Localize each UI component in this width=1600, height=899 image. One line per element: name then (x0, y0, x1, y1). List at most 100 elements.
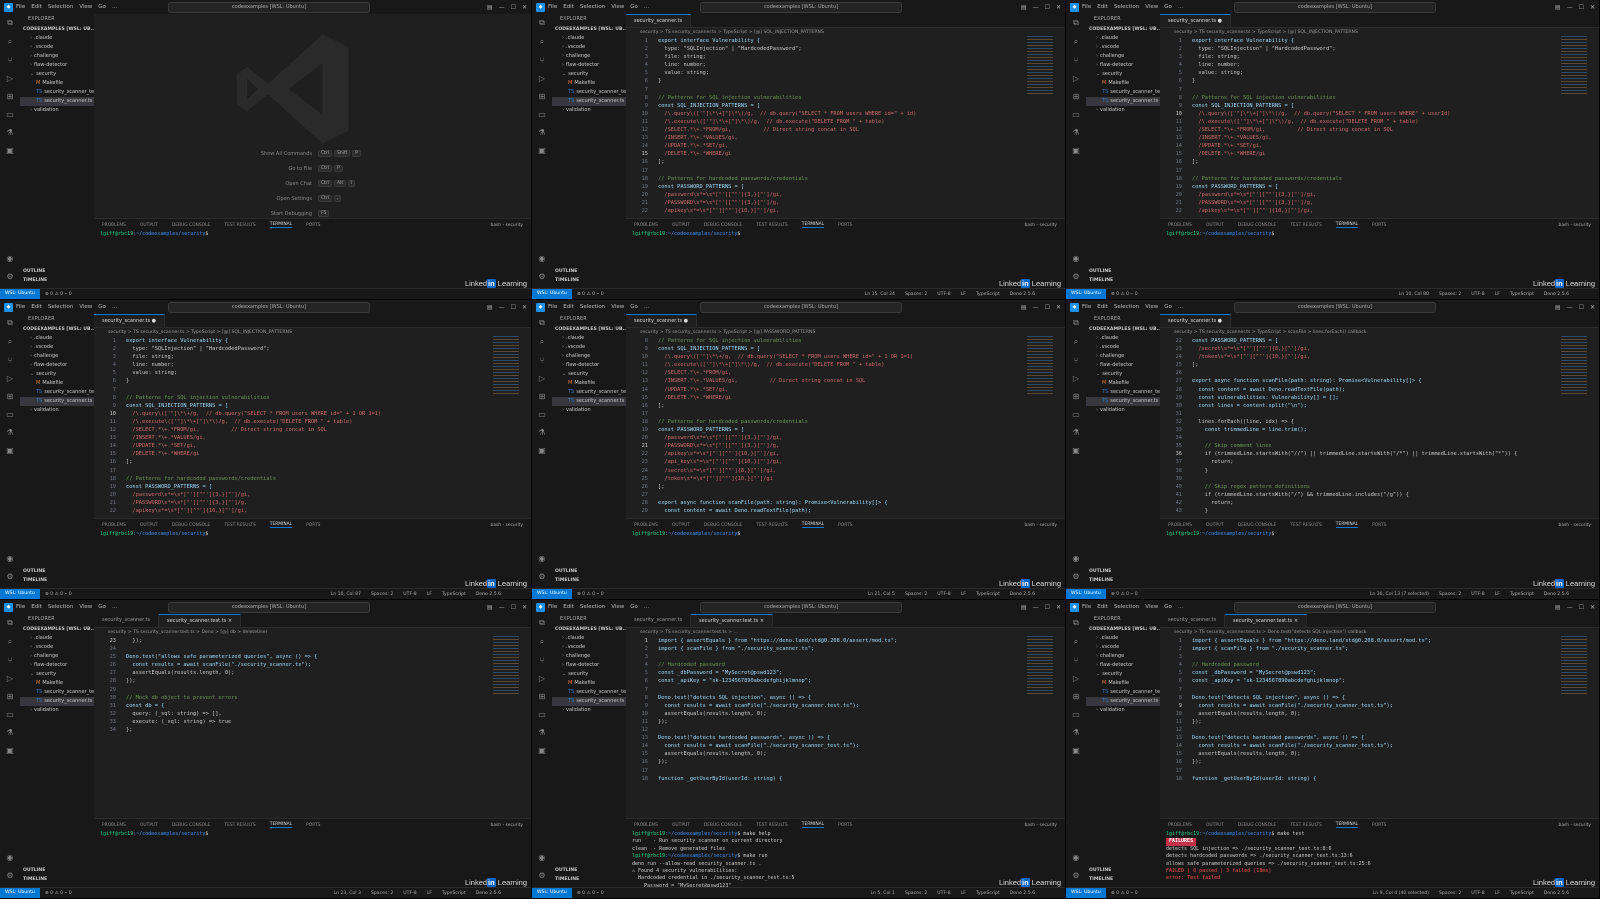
status-item[interactable]: UTF-8 (403, 592, 416, 597)
remote-explorer-icon[interactable]: ▭ (538, 710, 546, 719)
status-item[interactable]: Spaces: 2 (905, 292, 927, 297)
timeline-section[interactable]: TIMELINE (20, 875, 94, 884)
maximize-icon[interactable]: ☐ (511, 304, 516, 311)
status-item[interactable]: LF (961, 292, 966, 297)
maximize-icon[interactable]: ☐ (511, 604, 516, 611)
explorer-tree-item[interactable]: › flaw-detector (20, 361, 94, 370)
explorer-tree-item[interactable]: TSsecurity_scanner_tes... (1086, 88, 1160, 97)
minimap[interactable] (1027, 36, 1053, 96)
account-icon[interactable]: ◉ (538, 254, 545, 263)
terminal[interactable]: lgiff@rbc19:~/codeexamples/security$ (94, 231, 531, 238)
testing-icon[interactable]: ⚗ (538, 728, 545, 737)
menu-item[interactable]: Edit (563, 604, 574, 610)
explorer-tree-item[interactable]: › .vscode (552, 643, 626, 652)
layout-icon[interactable]: ▤ (487, 604, 493, 611)
menu-item[interactable]: Edit (31, 304, 42, 310)
files-icon[interactable]: ⧉ (539, 318, 545, 328)
remote-explorer-icon[interactable]: ▭ (538, 110, 546, 119)
remote-indicator[interactable]: WSL: Ubuntu (1066, 289, 1106, 299)
testing-icon[interactable]: ⚗ (538, 128, 545, 137)
explorer-tree-item[interactable]: TS security_scanner.ts (552, 697, 626, 706)
menu-item[interactable]: File (1082, 4, 1091, 10)
panel-tab[interactable]: PROBLEMS (634, 823, 658, 828)
menu-item[interactable]: File (16, 4, 25, 10)
explorer-tree-item[interactable]: › .claude (552, 34, 626, 43)
command-center-search[interactable]: codeexamples [WSL: Ubuntu] (700, 1, 902, 13)
account-icon[interactable]: ◉ (1072, 554, 1079, 563)
minimize-icon[interactable]: — (1033, 604, 1039, 611)
menu-item[interactable]: File (1082, 304, 1091, 310)
command-center-search[interactable]: codeexamples [WSL: Ubuntu] (168, 1, 370, 13)
explorer-tree-item[interactable]: › .claude (1086, 34, 1160, 43)
command-center-search[interactable]: codeexamples [WSL: Ubuntu] (168, 601, 370, 613)
explorer-root-folder[interactable]: CODEEXAMPLES [WSL: UB... (1086, 26, 1160, 34)
status-item[interactable]: UTF-8 (1471, 891, 1484, 896)
explorer-tree-item[interactable]: › flaw-detector (1086, 661, 1160, 670)
panel-tab[interactable]: TEST RESULTS (1290, 823, 1321, 828)
explorer-tree-item[interactable]: › challenge (20, 52, 94, 61)
menu-item[interactable]: Go (630, 304, 638, 310)
files-icon[interactable]: ⧉ (7, 18, 13, 28)
menu-item[interactable]: View (79, 4, 92, 10)
panel-tab[interactable]: PORTS (838, 223, 852, 228)
explorer-tree-item[interactable]: TSsecurity_scanner_tes... (552, 688, 626, 697)
status-item[interactable]: UTF-8 (937, 592, 950, 597)
panel-tab[interactable]: PROBLEMS (634, 523, 658, 528)
layout-icon[interactable]: ▤ (1021, 304, 1027, 311)
explorer-tree-item[interactable]: › .claude (552, 634, 626, 643)
status-item[interactable]: LF (427, 592, 432, 597)
code-editor[interactable]: 23 }); 24 25 Deno.test("allows safe paramet… (94, 637, 531, 734)
testing-icon[interactable]: ⚗ (1072, 428, 1079, 437)
explorer-tree-item[interactable]: TSsecurity_scanner_tes... (1086, 688, 1160, 697)
status-item[interactable]: Deno 2.5.6 (476, 592, 501, 597)
outline-section[interactable]: OUTLINE (20, 567, 94, 576)
outline-section[interactable]: OUTLINE (1086, 267, 1160, 276)
status-item[interactable]: TypeScript (976, 592, 1000, 597)
minimize-icon[interactable]: — (1033, 4, 1039, 11)
status-item[interactable]: Spaces: 2 (371, 592, 393, 597)
explorer-tree-item[interactable]: › .claude (20, 34, 94, 43)
status-item[interactable]: Ln 21, Col 5 (868, 592, 895, 597)
manage-gear-icon[interactable]: ⚙ (6, 572, 13, 581)
problems-counter[interactable]: ⊗ 0 ⚠ 0 ⌁ 0 (577, 292, 604, 297)
terminal[interactable]: lgiff@rbc19:~/codeexamples/security$ (94, 531, 531, 538)
menu-item[interactable]: Go (98, 604, 106, 610)
menu-item[interactable]: ... (644, 604, 649, 610)
layout-icon[interactable]: ▤ (1555, 604, 1561, 611)
panel-tab[interactable]: TERMINAL (801, 522, 825, 528)
status-item[interactable]: TypeScript (1510, 292, 1534, 297)
explorer-tree-item[interactable]: ⌄ security (20, 70, 94, 79)
layout-icon[interactable]: ▤ (1021, 4, 1027, 11)
outline-section[interactable]: OUTLINE (20, 866, 94, 875)
run-debug-icon[interactable]: ▷ (539, 674, 545, 683)
source-control-icon[interactable]: ⑂ (540, 356, 545, 365)
explorer-tree-item[interactable]: › validation (1086, 406, 1160, 415)
timeline-section[interactable]: TIMELINE (1086, 875, 1160, 884)
shortcut-row[interactable]: Open Chat Ctrl Alt I (254, 176, 363, 191)
status-item[interactable]: LF (961, 592, 966, 597)
minimize-icon[interactable]: — (1567, 604, 1573, 611)
files-icon[interactable]: ⧉ (7, 318, 13, 328)
extensions-icon[interactable]: ⊞ (1073, 392, 1080, 401)
status-item[interactable]: TypeScript (442, 891, 466, 896)
command-center-search[interactable]: codeexamples [WSL: Ubuntu] (700, 301, 902, 313)
status-item[interactable]: Ln 5, Col 1 (871, 891, 895, 896)
explorer-tree-item[interactable]: › .claude (1086, 634, 1160, 643)
panel-tab[interactable]: TERMINAL (1335, 822, 1359, 828)
explorer-tree-item[interactable]: › .vscode (20, 43, 94, 52)
terminal[interactable]: lgiff@rbc19:~/codeexamples/security$ (626, 531, 1065, 538)
status-item[interactable]: TypeScript (1510, 891, 1534, 896)
panel-tab[interactable]: OUTPUT (1206, 223, 1224, 228)
docker-icon[interactable]: ▣ (538, 146, 546, 155)
source-control-icon[interactable]: ⑂ (8, 56, 13, 65)
panel-tab[interactable]: DEBUG CONSOLE (704, 523, 742, 528)
menu-item[interactable]: Go (98, 4, 106, 10)
remote-explorer-icon[interactable]: ▭ (538, 410, 546, 419)
timeline-section[interactable]: TIMELINE (552, 576, 626, 585)
editor-tab[interactable]: security_scanner.test.ts × (159, 614, 242, 627)
menu-item[interactable]: Selection (48, 304, 73, 310)
search-icon[interactable]: ⌕ (540, 37, 544, 47)
outline-section[interactable]: OUTLINE (552, 267, 626, 276)
explorer-tree-item[interactable]: › challenge (1086, 652, 1160, 661)
explorer-tree-item[interactable]: › validation (552, 706, 626, 715)
